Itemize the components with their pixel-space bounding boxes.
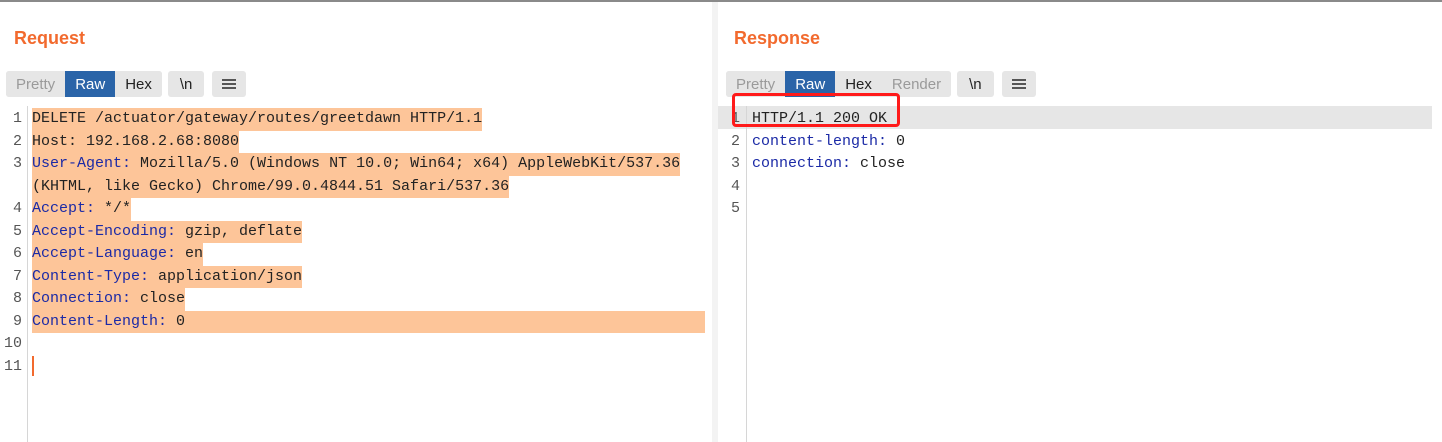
header-value: application/json bbox=[149, 267, 303, 285]
line-number: 6 bbox=[12, 245, 22, 262]
response-pane: Response Pretty Raw Hex Render \n 1 HTTP/… bbox=[718, 2, 1442, 442]
code-line: 6 Accept-Language: en bbox=[0, 243, 712, 266]
header-value: gzip, deflate bbox=[176, 222, 303, 240]
header-value: 0 bbox=[167, 312, 186, 330]
code-line: 2 content-length: 0 bbox=[718, 131, 1442, 154]
status-line-annotation-box bbox=[732, 93, 900, 127]
line-text: User-Agent: Mozilla/5.0 (Windows NT 10.0… bbox=[32, 153, 681, 176]
header-name: Accept-Encoding: bbox=[32, 222, 177, 240]
tab-raw[interactable]: Raw bbox=[65, 71, 116, 97]
code-line: 3 connection: close bbox=[718, 153, 1442, 176]
line-text: (KHTML, like Gecko) Chrome/99.0.4844.51 … bbox=[32, 175, 510, 198]
line-number: 11 bbox=[3, 357, 22, 375]
response-title: Response bbox=[734, 28, 821, 48]
header-name: content-length: bbox=[752, 132, 888, 150]
line-number: 5 bbox=[12, 222, 22, 240]
header-value: (KHTML, like Gecko) Chrome/99.0.4844.51 … bbox=[32, 177, 510, 195]
header-name: Accept-Language: bbox=[32, 245, 177, 262]
header-name: Content-Type: bbox=[32, 267, 150, 285]
header-value: close bbox=[131, 290, 186, 307]
code-line: 1 DELETE /actuator/gateway/routes/greetda… bbox=[0, 108, 712, 131]
code-line: 8 Connection: close bbox=[0, 288, 712, 311]
line-number: 2 bbox=[12, 132, 22, 150]
line-text: Host: 192.168.2.68:8080 bbox=[32, 130, 240, 153]
header-name: Accept: bbox=[32, 200, 96, 217]
line-number: 3 bbox=[12, 155, 22, 172]
header-name: DELETE /actuator/gateway/routes/greetdaw… bbox=[32, 110, 483, 127]
code-line: 10 bbox=[0, 333, 712, 356]
response-menu-button[interactable] bbox=[1001, 71, 1036, 97]
header-name: Connection: bbox=[32, 290, 132, 307]
line-number: 5 bbox=[730, 200, 740, 217]
line-text: Connection: close bbox=[32, 288, 186, 311]
line-number: 2 bbox=[730, 132, 740, 150]
code-line: 3 User-Agent: Mozilla/5.0 (Windows NT 10.… bbox=[0, 153, 712, 176]
request-title: Request bbox=[14, 28, 86, 48]
line-number: 7 bbox=[12, 267, 22, 285]
line-text: content-length: 0 bbox=[752, 131, 905, 154]
header-name: Host: 192.168.2.68:8080 bbox=[32, 132, 240, 150]
line-text: Accept-Language: en bbox=[32, 243, 204, 266]
header-name: Content-Length: bbox=[32, 312, 168, 330]
hamburger-icon bbox=[1011, 79, 1026, 89]
line-text: Accept: */* bbox=[32, 198, 132, 221]
request-view-tabs: Pretty Raw Hex bbox=[6, 71, 162, 97]
code-line: 5 Accept-Encoding: gzip, deflate bbox=[0, 220, 712, 243]
line-number: 4 bbox=[730, 177, 740, 195]
tab-pretty[interactable]: Pretty bbox=[6, 71, 66, 97]
line-number: 8 bbox=[12, 290, 22, 307]
code-line: 5 bbox=[718, 198, 1442, 221]
line-text bbox=[32, 355, 34, 379]
request-toolbar: Pretty Raw Hex \n bbox=[6, 71, 247, 97]
line-text: Content-Length: 0 bbox=[32, 310, 705, 333]
header-name: connection: bbox=[752, 155, 852, 172]
code-line: 9 Content-Length: 0 bbox=[0, 310, 712, 333]
newline-toggle-button[interactable]: \n bbox=[167, 71, 205, 97]
code-line: 7 Content-Type: application/json bbox=[0, 265, 712, 288]
tab-hex[interactable]: Hex bbox=[115, 71, 162, 97]
line-text: connection: close bbox=[752, 153, 905, 176]
code-line: 11 bbox=[0, 355, 712, 379]
line-text: DELETE /actuator/gateway/routes/greetdaw… bbox=[32, 108, 483, 131]
newline-toggle-button[interactable]: \n bbox=[957, 71, 994, 97]
header-name: User-Agent: bbox=[32, 155, 132, 172]
line-number: 9 bbox=[12, 312, 22, 330]
header-value: */* bbox=[95, 200, 132, 217]
line-number: 10 bbox=[3, 335, 22, 352]
code-line: 4 Accept: */* bbox=[0, 198, 712, 221]
header-value: Mozilla/5.0 (Windows NT 10.0; Win64; x64… bbox=[131, 155, 681, 172]
request-pane: Request Pretty Raw Hex \n 1 DELETE /actua… bbox=[0, 2, 712, 442]
hamburger-icon bbox=[222, 79, 237, 89]
header-value: close bbox=[851, 155, 906, 172]
code-line: 2 Host: 192.168.2.68:8080 bbox=[0, 130, 712, 153]
line-number: 3 bbox=[730, 155, 740, 172]
header-value: 0 bbox=[887, 132, 906, 150]
request-menu-button[interactable] bbox=[212, 71, 247, 97]
response-editor[interactable]: 1 HTTP/1.1 200 OK 2 content-length: 0 3 conne… bbox=[718, 106, 1442, 442]
line-number: 1 bbox=[12, 110, 22, 127]
header-value: en bbox=[176, 245, 204, 262]
line-text: Accept-Encoding: gzip, deflate bbox=[32, 220, 303, 243]
code-line: 4 bbox=[718, 176, 1442, 199]
line-text: Content-Type: application/json bbox=[32, 265, 303, 288]
line-number: 4 bbox=[12, 200, 22, 217]
text-cursor bbox=[32, 355, 34, 376]
request-editor[interactable]: 1 DELETE /actuator/gateway/routes/greetda… bbox=[0, 106, 712, 442]
code-line: (KHTML, like Gecko) Chrome/99.0.4844.51 … bbox=[0, 175, 712, 198]
